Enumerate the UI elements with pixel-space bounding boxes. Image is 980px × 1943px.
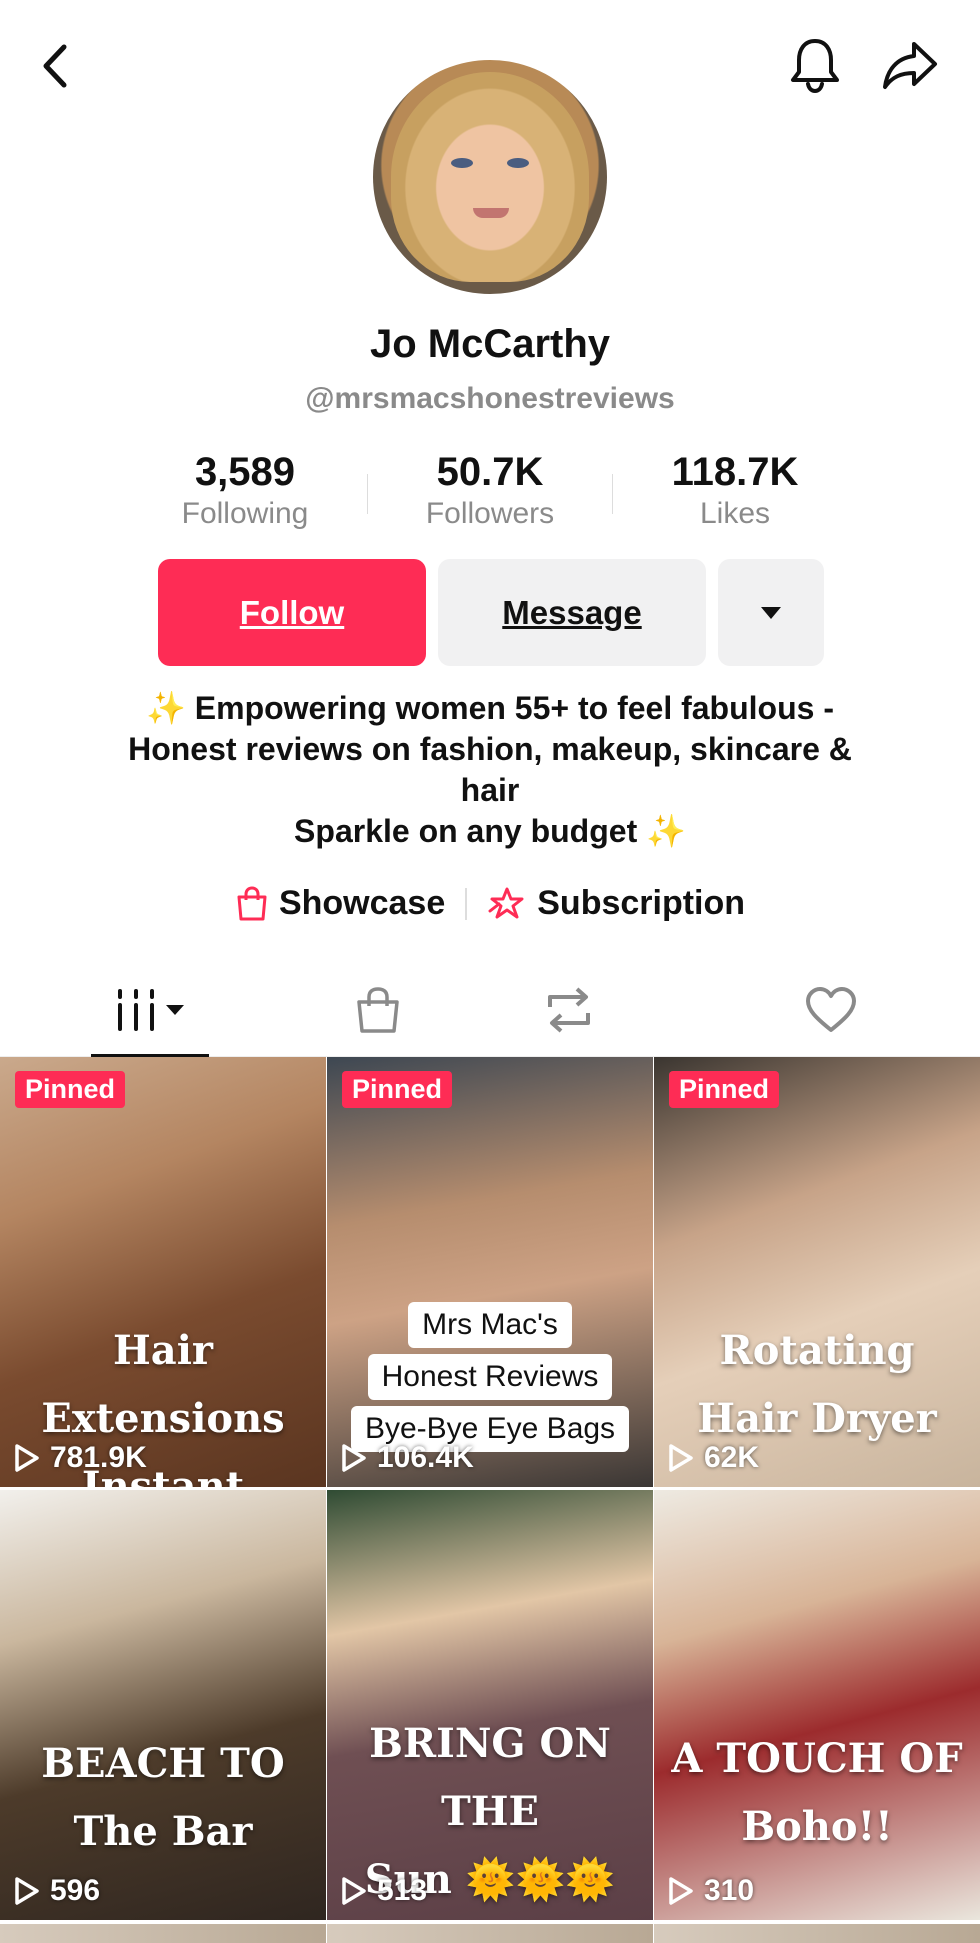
profile-actions: Follow Message (158, 559, 824, 666)
stat-likes[interactable]: 118.7K Likes (613, 448, 857, 532)
tab-reposts[interactable] (456, 962, 682, 1057)
videos-grid-icon (118, 988, 184, 1031)
shopping-bag-icon (237, 885, 267, 920)
bio-line: hair (460, 772, 520, 808)
content-tabs (0, 962, 980, 1057)
profile-avatar[interactable] (373, 60, 607, 294)
stat-following[interactable]: 3,589 Following (123, 448, 367, 532)
video-thumbnail[interactable]: BRING ON THE Sun 🌞🌞🌞 513 (327, 1490, 653, 1920)
profile-links: Showcase Subscription (0, 884, 980, 923)
chevron-left-icon (43, 44, 67, 88)
video-thumbnail[interactable] (327, 1924, 653, 1943)
play-icon (342, 1877, 366, 1905)
sparkle-icon: ✨ (646, 813, 686, 849)
view-count: 62K (668, 1441, 759, 1475)
view-count: 310 (668, 1874, 754, 1908)
share-button[interactable] (875, 30, 945, 100)
stat-value: 3,589 (194, 450, 296, 494)
play-icon (669, 1444, 693, 1472)
video-caption: Mrs Mac's Honest Reviews Bye-Bye Eye Bag… (327, 1302, 653, 1452)
stat-label: Followers (425, 497, 555, 530)
bio-line: Sparkle on any budget ✨ (294, 813, 686, 849)
play-icon (15, 1444, 39, 1472)
play-icon (342, 1444, 366, 1472)
pinned-badge: Pinned (669, 1071, 780, 1108)
bell-icon (791, 39, 839, 94)
video-caption: Rotating Hair Dryer (697, 1327, 937, 1442)
notification-bell-button[interactable] (780, 30, 850, 100)
share-arrow-icon (883, 42, 937, 89)
stat-value: 118.7K (671, 450, 799, 494)
message-button[interactable]: Message (438, 559, 706, 666)
view-count: 596 (14, 1874, 100, 1908)
back-button[interactable] (30, 36, 80, 96)
video-thumbnail[interactable]: BEACH TO The Bar 596 (0, 1490, 326, 1920)
profile-name: Jo McCarthy (369, 322, 611, 366)
pinned-badge: Pinned (342, 1071, 453, 1108)
showcase-link[interactable]: Showcase (235, 884, 445, 923)
subscription-link[interactable]: Subscription (487, 884, 745, 923)
play-icon (15, 1877, 39, 1905)
bio-line: Honest reviews on fashion, makeup, skinc… (128, 731, 852, 767)
tab-shop[interactable] (300, 962, 456, 1057)
video-thumbnail[interactable]: Pinned Mrs Mac's Honest Reviews Bye-Bye … (327, 1057, 653, 1487)
view-count: 106.4K (341, 1441, 474, 1475)
profile-bio: ✨ Empowering women 55+ to feel fabulous … (60, 688, 920, 852)
link-divider (465, 887, 468, 920)
sparkle-icon: ✨ (146, 690, 186, 726)
profile-handle: @mrsmacshonestreviews (305, 382, 675, 415)
video-thumbnail[interactable] (654, 1924, 980, 1943)
star-badge-icon (488, 887, 524, 918)
stat-label: Following (181, 497, 309, 530)
view-count: 781.9K (14, 1441, 147, 1475)
tab-liked[interactable] (682, 962, 980, 1057)
video-caption: BEACH TO The Bar (41, 1740, 285, 1855)
caret-down-icon (761, 606, 781, 619)
video-thumbnail[interactable] (0, 1924, 326, 1943)
video-thumbnail[interactable]: Pinned Hair Extensions Instant Fullness … (0, 1057, 326, 1487)
shopping-bag-icon (357, 986, 399, 1033)
subscription-label: Subscription (537, 884, 746, 922)
video-thumbnail[interactable]: A TOUCH OF Boho!! 310 (654, 1490, 980, 1920)
next-video-row (0, 1924, 980, 1943)
stat-value: 50.7K (436, 450, 544, 494)
profile-stats: 3,589 Following 50.7K Followers 118.7K L… (0, 448, 980, 532)
stat-followers[interactable]: 50.7K Followers (368, 448, 612, 532)
bio-line: ✨ Empowering women 55+ to feel fabulous … (146, 690, 834, 726)
showcase-label: Showcase (278, 884, 446, 922)
pinned-badge: Pinned (15, 1071, 126, 1108)
stat-label: Likes (699, 497, 771, 530)
follow-button[interactable]: Follow (158, 559, 426, 666)
play-icon (669, 1877, 693, 1905)
video-grid: Pinned Hair Extensions Instant Fullness … (0, 1057, 980, 1920)
heart-icon (806, 986, 856, 1032)
view-count: 513 (341, 1874, 427, 1908)
video-caption: A TOUCH OF Boho!! (671, 1735, 963, 1850)
repost-icon (548, 987, 590, 1032)
video-thumbnail[interactable]: Pinned Rotating Hair Dryer 62K (654, 1057, 980, 1487)
tab-videos[interactable] (0, 962, 300, 1057)
more-options-button[interactable] (718, 559, 824, 666)
